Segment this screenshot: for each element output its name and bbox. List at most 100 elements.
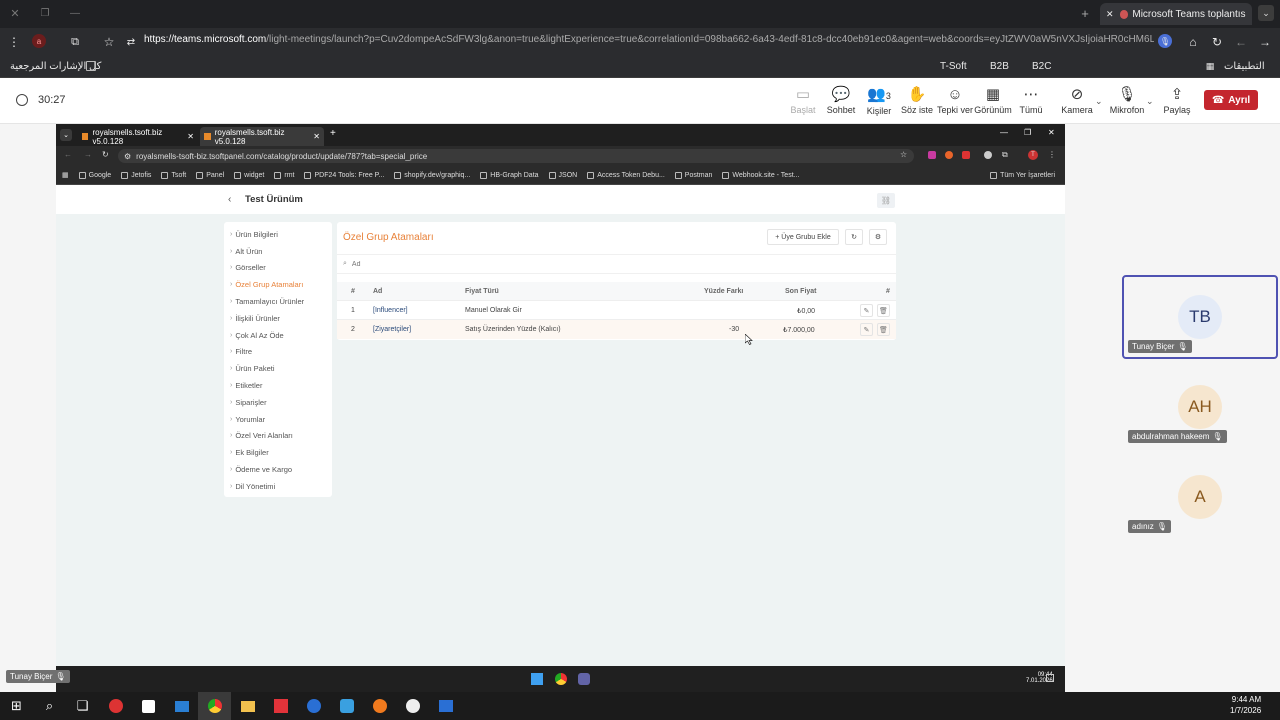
participant-tile[interactable]: AH abdulrahman hakeem 🎙 [1122,365,1278,449]
translate-icon[interactable]: ⇄ [124,35,138,49]
new-tab-icon[interactable]: + [330,128,336,139]
apps-grid-icon[interactable]: ▦ [62,171,69,179]
home-icon[interactable]: ⌂ [1186,35,1200,49]
delete-button[interactable]: 🗑 [877,323,890,336]
windows-start-icon[interactable]: ⊞ [0,692,33,720]
sidebar-item-package[interactable]: › Ürün Paketi [224,360,332,377]
outer-active-tab[interactable]: ✕ Microsoft Teams toplantısı [1100,3,1252,25]
task-view-icon[interactable]: ❏ [66,692,99,720]
bookmark-rmt[interactable]: rmt [274,171,294,179]
inner-tab-1[interactable]: royalsmells.tsoft.biz v5.0.128 ✕ [78,127,198,146]
back-icon[interactable]: ← [64,150,72,159]
extension-icon[interactable] [945,151,953,159]
new-tab-icon[interactable]: + [1078,6,1092,21]
participant-tile[interactable]: TB Tunay Biçer 🎙 [1122,275,1278,359]
extensions-icon[interactable]: ⧉ [1002,150,1008,160]
file-explorer-icon[interactable] [231,692,264,720]
chat-button[interactable]: 💬 Sohbet [822,81,860,121]
back-icon[interactable]: → [1258,35,1272,49]
taskbar-clock[interactable]: 9:44 AM 1/7/2026 [1230,694,1261,716]
sidebar-item-payment-shipping[interactable]: › Ödeme ve Kargo [224,461,332,478]
chrome-icon[interactable] [555,673,567,685]
reload-icon[interactable]: ↻ [1210,35,1224,49]
extension-icon[interactable] [962,151,970,159]
mic-chevron-icon[interactable]: ⌄ [1146,96,1154,107]
share-button[interactable]: ⇪ Paylaş [1158,81,1196,121]
refresh-button[interactable]: ↻ [845,229,863,245]
inner-tab-2[interactable]: royalsmells.tsoft.biz v5.0.128 ✕ [200,127,324,146]
bookmark-webhook[interactable]: Webhook.site - Test... [722,171,799,179]
close-icon[interactable]: ✕ [1048,128,1055,137]
sidebar-item-complementary[interactable]: › Tamamlayıcı Ürünler [224,293,332,310]
reload-icon[interactable]: ↻ [102,150,109,159]
search-icon[interactable]: ⌕ [33,692,66,720]
teams-icon[interactable] [578,673,590,685]
extension-icon[interactable] [984,151,992,159]
profile-icon[interactable]: T [1028,150,1038,160]
forward-icon[interactable]: → [84,150,92,159]
inner-url-field[interactable]: ⚙ royalsmells-tsoft-biz.tsoftpanel.com/c… [118,149,914,163]
view-button[interactable]: ▦ Görünüm [974,81,1012,121]
bookmark-widget[interactable]: widget [234,171,264,179]
bookmark-json[interactable]: JSON [548,171,577,179]
sidebar-item-extra-info[interactable]: › Ek Bilgiler [224,444,332,461]
sidebar-item-sub-product[interactable]: › Alt Ürün [224,243,332,260]
camera-chevron-icon[interactable]: ⌄ [1095,96,1103,107]
bookmark-jetofis[interactable]: Jetofis [121,171,151,179]
tab-search-icon[interactable]: ⌄ [1258,5,1274,21]
camera-button[interactable]: ⊘ Kamera [1058,81,1096,121]
firefox-icon[interactable] [363,692,396,720]
participant-tile[interactable]: A adınız 🎙 [1122,455,1278,539]
col-name[interactable]: Ad [373,288,382,295]
bookmark-tsoft[interactable]: Tsoft [161,171,186,179]
restore-icon[interactable]: ❐ [38,6,52,20]
bookmark-hb-graph[interactable]: HB-Graph Data [480,171,539,179]
row-name[interactable]: [Influencer] [373,307,408,314]
restore-icon[interactable]: ❐ [1024,128,1031,137]
windows-start-icon[interactable] [531,673,543,685]
bookmark-panel[interactable]: Panel [196,171,224,179]
folder-icon[interactable] [86,61,96,71]
add-member-group-button[interactable]: + Üye Grubu Ekle [767,229,839,245]
raise-hand-button[interactable]: ✋ Söz iste [898,81,936,121]
delete-button[interactable]: 🗑 [877,304,890,317]
bookmark-pdf24[interactable]: PDF24 Tools: Free P... [304,171,384,179]
star-icon[interactable]: ☆ [102,35,116,49]
sidebar-item-images[interactable]: › Görseller [224,260,332,277]
mic-active-icon[interactable]: 🎙 [1158,34,1172,48]
forward-icon[interactable]: ← [1234,35,1248,49]
tab-close-icon[interactable]: ✕ [1106,9,1114,20]
profile-icon[interactable]: a [32,34,46,48]
link-icon[interactable]: ⛓ [877,193,895,208]
bookmark-access-token[interactable]: Access Token Debu... [587,171,665,179]
remote-desktop-icon[interactable] [429,692,462,720]
leave-button[interactable]: ☎ Ayrıl [1204,90,1258,110]
react-button[interactable]: ☺ Tepki ver [936,81,974,121]
bookmark-b2b[interactable]: B2B [990,61,1009,72]
app-icon[interactable] [330,692,363,720]
anydesk-icon[interactable] [264,692,297,720]
tab-list-icon[interactable]: ⌄ [60,129,72,141]
bookmark-tsoft[interactable]: T-Soft [940,61,967,72]
chrome-icon[interactable] [198,692,231,720]
tab-close-icon[interactable]: ✕ [187,132,194,141]
sidebar-item-filter[interactable]: › Filtre [224,344,332,361]
sidebar-item-product-info[interactable]: › Ürün Bilgileri [224,226,332,243]
mic-button[interactable]: 🎙 Mikrofon [1108,81,1146,121]
bookmark-shopify[interactable]: shopify.dev/graphiq... [394,171,470,179]
app-icon[interactable] [297,692,330,720]
apps-grid-icon[interactable]: ▦ [1205,61,1215,71]
apps-label[interactable]: التطبيقات [1224,61,1265,72]
col-percent-diff[interactable]: Yüzde Farkı [704,288,743,295]
col-final-price[interactable]: Son Fiyat [785,288,817,295]
start-button[interactable]: ▭ Başlat [784,81,822,121]
sidebar-item-tags[interactable]: › Etiketler [224,377,332,394]
sidebar-item-related[interactable]: › İlişkili Ürünler [224,310,332,327]
col-price-type[interactable]: Fiyat Türü [465,288,499,295]
sidebar-item-orders[interactable]: › Siparişler [224,394,332,411]
close-icon[interactable]: ✕ [8,6,22,20]
sidebar-item-language[interactable]: › Dil Yönetimi [224,478,332,495]
edit-button[interactable]: ✎ [860,323,873,336]
minimize-icon[interactable]: — [1000,128,1008,137]
extensions-icon[interactable]: ⧉ [68,35,82,49]
